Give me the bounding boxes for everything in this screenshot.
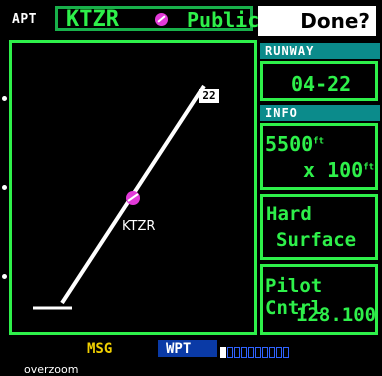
frequency-field[interactable]: Pilot Cntrl 128.100 <box>260 264 378 335</box>
msg-annunciator: MSG <box>87 341 113 357</box>
page-indicator <box>283 347 289 358</box>
runway-diagram <box>33 84 206 310</box>
airport-symbol-icon <box>155 13 168 26</box>
identifier-field[interactable]: KTZR Public <box>55 6 259 32</box>
runway-width: x 100ft <box>303 158 375 182</box>
airport-ownership: Public <box>187 8 260 32</box>
runway-dimensions: 5500ft x 100ft <box>260 123 378 190</box>
zoom-status: overzoom <box>24 363 79 376</box>
page-indicator <box>276 347 282 358</box>
runway-length: 5500ft <box>265 132 325 156</box>
page-indicator <box>262 347 268 358</box>
info-section-title: INFO <box>260 105 380 121</box>
runway-map: 22 KTZR 1.0 NM overzoom <box>9 40 257 376</box>
runway-section-title: RUNWAY <box>260 43 380 59</box>
done-button[interactable]: Done? <box>258 6 376 36</box>
frequency-value: 128.100 <box>296 304 377 326</box>
surface-line-2: Surface <box>276 229 357 251</box>
map-airport-label: KTZR <box>122 219 156 234</box>
runway-selector[interactable]: 04-22 <box>260 61 378 101</box>
page-indicator <box>241 347 247 358</box>
airport-identifier: KTZR <box>66 7 119 32</box>
page-indicator <box>234 347 240 358</box>
bezel-dot <box>2 274 7 279</box>
page-indicator <box>227 347 233 358</box>
runway-end-label: 22 <box>199 89 219 103</box>
page-tag: APT <box>12 12 37 27</box>
page-indicator <box>248 347 254 358</box>
surface-line-1: Hard <box>266 203 312 225</box>
bezel-dot <box>2 96 7 101</box>
page-indicator-current <box>220 347 226 358</box>
page-indicator <box>255 347 261 358</box>
page-indicator <box>269 347 275 358</box>
page-group-indicator <box>220 343 290 362</box>
runway-designation: 04-22 <box>291 72 352 96</box>
gps-screen: APT KTZR Public Done? 22 KTZR 1.0 NM ove… <box>0 0 382 376</box>
bezel-dot <box>2 185 7 190</box>
runway-surface: Hard Surface <box>260 194 378 260</box>
mode-annunciator: WPT <box>166 341 192 357</box>
